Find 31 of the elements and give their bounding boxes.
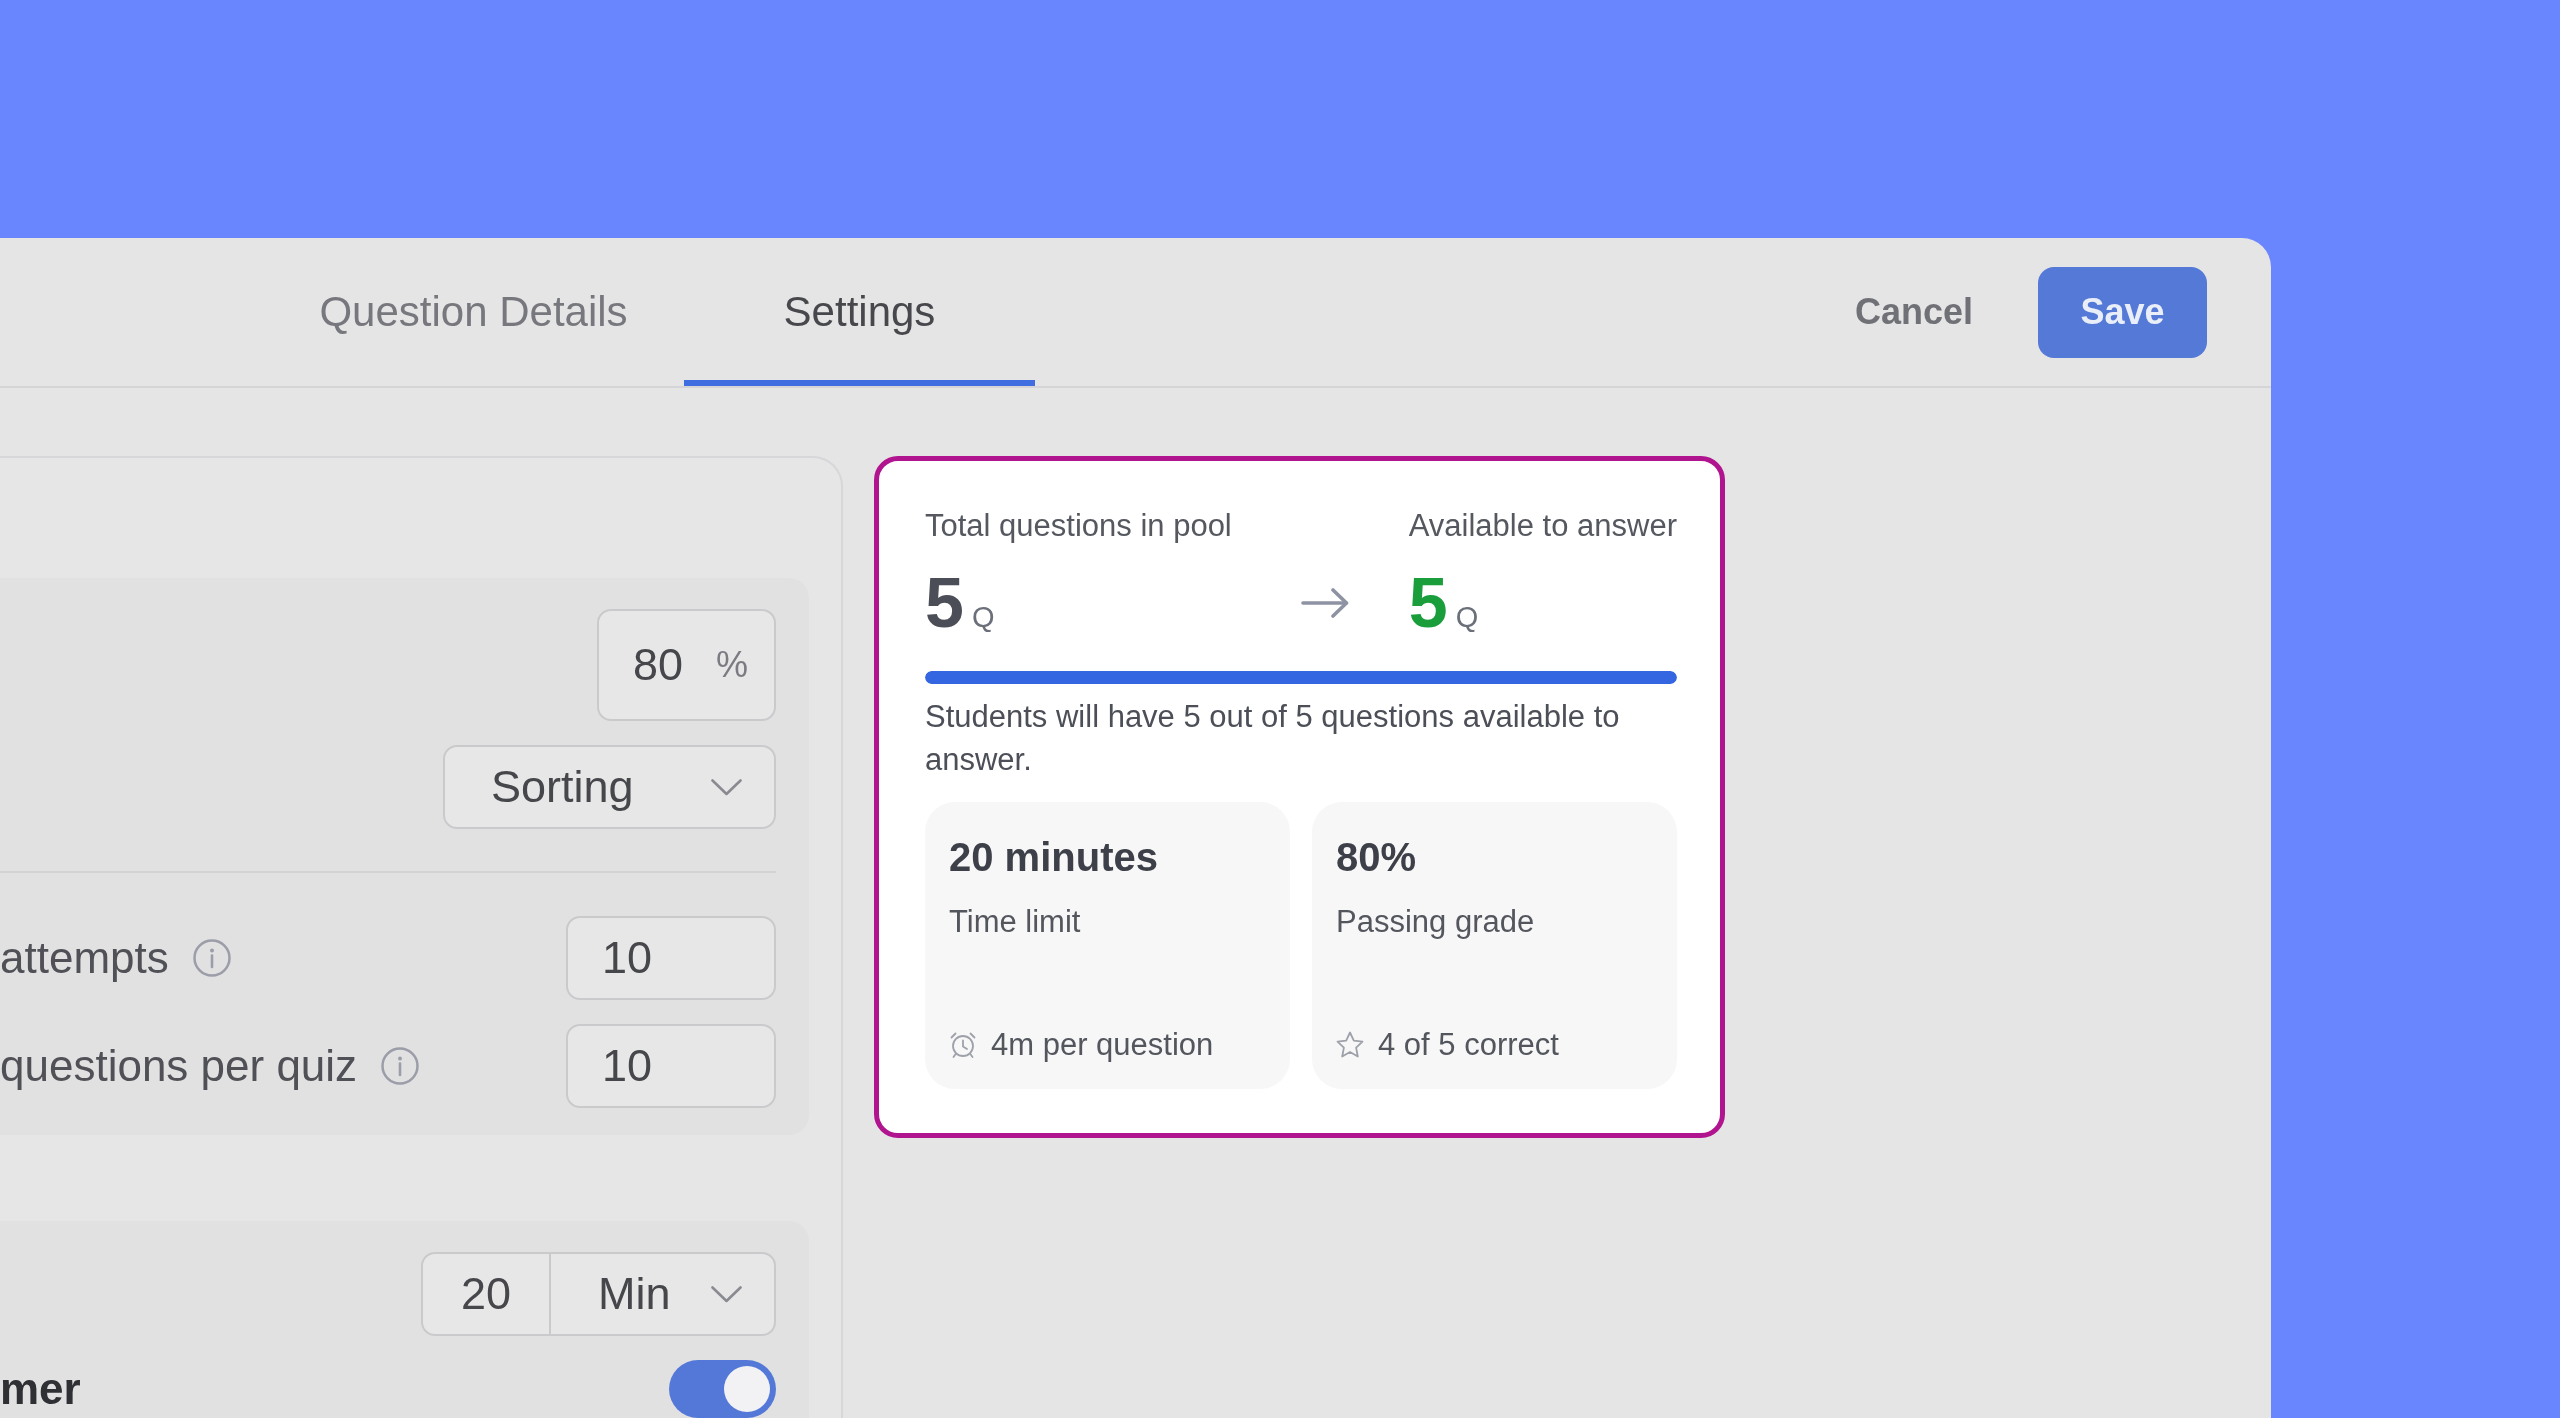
stat-note: 4m per question <box>991 1026 1214 1064</box>
stat-label: Passing grade <box>1336 903 1535 941</box>
unit-label: Q <box>971 601 995 635</box>
save-button[interactable]: Save <box>2038 266 2207 358</box>
chevron-down-icon <box>711 1285 742 1303</box>
unit-label: Q <box>1455 601 1479 635</box>
tab[interactable]: Settings <box>684 238 1035 386</box>
stat-value: 20 minutes <box>949 834 1158 882</box>
question-count: 5 <box>1408 568 1448 639</box>
tab[interactable]: Question Details <box>298 238 649 386</box>
chevron-down-icon <box>711 778 742 796</box>
percent-field[interactable]: 80 % <box>597 609 776 721</box>
count-label: Total questions in pool <box>925 507 1233 545</box>
unit-dropdown[interactable]: Min <box>551 1252 776 1336</box>
star-icon <box>1336 1030 1364 1059</box>
field-label: mer <box>0 1364 81 1414</box>
toggle-switch[interactable] <box>669 1360 776 1418</box>
alarm-clock-icon <box>949 1030 977 1059</box>
stat-label: Time limit <box>949 903 1081 941</box>
number-field[interactable]: 10 <box>566 916 776 1000</box>
count-label: Available to answer <box>1408 507 1677 545</box>
stat-note: 4 of 5 correct <box>1378 1026 1559 1064</box>
dropdown[interactable]: Sorting <box>443 745 776 829</box>
field-label: questions per quiz <box>0 1041 358 1091</box>
stat-value: 80% <box>1336 834 1417 882</box>
question-count: 5 <box>925 568 964 639</box>
number-field[interactable]: 10 <box>566 1024 776 1108</box>
summary-text: Students will have 5 out of 5 questions available to answer. <box>925 698 1621 780</box>
cancel-button[interactable]: Cancel <box>1834 279 1993 345</box>
field-label: attempts <box>0 933 169 983</box>
number-field[interactable]: 20 <box>421 1252 551 1336</box>
